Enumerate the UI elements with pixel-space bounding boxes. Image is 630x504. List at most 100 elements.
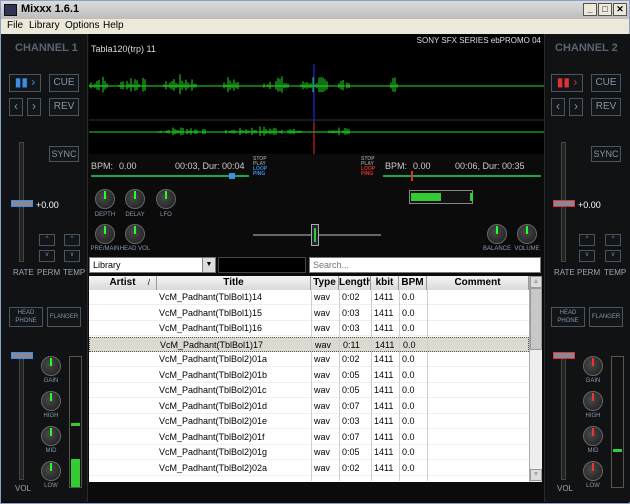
lfo-knob[interactable] [156, 189, 176, 209]
deck2-low-knob[interactable] [583, 461, 603, 481]
deck2-headphone-button[interactable]: HEAD PHONE [551, 307, 585, 327]
deck2-play-button[interactable]: ▮▮ › [551, 74, 583, 92]
table-row[interactable]: VcM_Padhant(TblBol1)14 wav 0:02 1411 0.0 [89, 290, 529, 305]
deck1-rev-button[interactable]: REV [49, 98, 79, 116]
deck1-temp-up[interactable]: ^ [64, 234, 80, 246]
search-input[interactable] [309, 257, 541, 273]
deck1-cue-button[interactable]: CUE [49, 74, 79, 92]
deck2-loop-controls[interactable]: STOP PLAY LOOP PING [361, 157, 375, 177]
minimize-icon[interactable]: _ [583, 3, 597, 16]
library-dropdown[interactable]: Library ▼ [89, 257, 216, 273]
play-pause-icon: ▮▮ › [14, 75, 36, 89]
table-row[interactable]: VcM_Padhant(TblBol1)15 wav 0:03 1411 0.0 [89, 305, 529, 321]
table-scrollbar[interactable]: ▲ ▼ [529, 276, 542, 482]
deck2-temp-up[interactable]: ^ [605, 234, 621, 246]
library-dropdown-value: Library [93, 260, 121, 270]
table-row[interactable]: VcM_Padhant(TblBol2)01a wav 0:02 1411 0.0 [89, 352, 529, 367]
deck1-loop-controls[interactable]: STOP PLAY LOOP PING [253, 157, 267, 177]
menu-help[interactable]: Help [103, 20, 124, 31]
deck1-gain-label: GAIN [43, 378, 59, 384]
deck2-cue-button[interactable]: CUE [591, 74, 621, 92]
cell-title: VcM_Padhant(TblBol2)01f [159, 431, 265, 442]
cell-kbit: 1411 [374, 369, 394, 380]
crossfader-handle[interactable] [311, 224, 319, 246]
cell-bpm: 0.0 [402, 292, 415, 302]
close-icon[interactable]: ✕ [613, 3, 627, 16]
deck1-volume-slider[interactable] [11, 352, 33, 359]
deck2-high-knob[interactable] [583, 391, 603, 411]
menu-file[interactable]: File [7, 20, 23, 31]
table-row[interactable]: VcM_Padhant(TblBol2)01f wav 0:07 1411 0.0 [89, 429, 529, 445]
maximize-icon[interactable]: □ [598, 3, 612, 16]
deck2-fwd-button[interactable]: › [569, 98, 583, 116]
col-comment[interactable]: Comment [427, 276, 529, 290]
deck1-perm-down[interactable]: v [39, 250, 55, 262]
menu-options[interactable]: Options [65, 20, 99, 31]
table-row[interactable]: VcM_Padhant(TblBol1)16 wav 0:03 1411 0.0 [89, 321, 529, 336]
deck1-flanger-button[interactable]: FLANGER [47, 307, 81, 327]
balance-knob[interactable] [487, 224, 507, 244]
table-row[interactable]: VcM_Padhant(TblBol2)01c wav 0:05 1411 0.0 [89, 383, 529, 398]
table-row[interactable]: VcM_Padhant(TblBol2)01g wav 0:05 1411 0.0 [89, 445, 529, 460]
premain-knob[interactable] [95, 224, 115, 244]
deck2-flanger-button[interactable]: FLANGER [589, 307, 623, 327]
cell-bpm: 0.0 [402, 416, 415, 426]
deck1-low-knob[interactable] [41, 461, 61, 481]
col-type[interactable]: Type [311, 276, 339, 290]
table-row[interactable]: VcM_Padhant(TblBol2)01e wav 0:03 1411 0.0 [89, 414, 529, 429]
deck2-perm-down[interactable]: v [579, 250, 595, 262]
cell-type: wav [314, 323, 331, 333]
deck2-perm-up[interactable]: ^ [579, 234, 595, 246]
cell-kbit: 1411 [374, 416, 394, 426]
deck1-rate-slider[interactable] [11, 200, 33, 207]
deck2-rate-label: RATE [554, 268, 575, 277]
depth-knob[interactable] [95, 189, 115, 209]
deck1-mid-label: MID [45, 448, 57, 454]
deck2-sync-button[interactable]: SYNC [591, 146, 621, 162]
headvol-knob[interactable] [125, 224, 145, 244]
meter-peak [470, 193, 473, 201]
deck1-mid-knob[interactable] [41, 426, 61, 446]
deck2-pitch-value: +0.00 [578, 200, 601, 210]
deck1-play-button[interactable]: ▮▮ › [9, 74, 41, 92]
deck1-overview[interactable] [91, 175, 249, 177]
cell-type: wav [314, 292, 331, 302]
deck1-perm-up[interactable]: ^ [39, 234, 55, 246]
deck1-high-knob[interactable] [41, 391, 61, 411]
cell-type: wav [314, 385, 331, 395]
table-row[interactable]: VcM_Padhant(TblBol2)01d wav 0:07 1411 0.0 [89, 398, 529, 414]
col-length[interactable]: Length [339, 276, 371, 290]
cell-type: wav [315, 339, 332, 350]
deck1-temp-down[interactable]: v [64, 250, 80, 262]
table-row[interactable]: VcM_Padhant(TblBol1)17 wav 0:11 1411 0.0 [89, 336, 529, 352]
deck1-vu-meter [69, 356, 82, 488]
deck2-rev-button[interactable]: REV [591, 98, 621, 116]
waveforms-svg[interactable] [89, 34, 544, 154]
deck2-back-button[interactable]: ‹ [551, 98, 565, 116]
deck2-gain-knob[interactable] [583, 356, 603, 376]
deck2-rate-slider[interactable] [553, 200, 575, 207]
deck2-volume-slider[interactable] [553, 352, 575, 359]
deck1-gain-knob[interactable] [41, 356, 61, 376]
deck2-temp-down[interactable]: v [605, 250, 621, 262]
deck2-overview[interactable] [383, 175, 541, 177]
volume-label: VOLUME [514, 246, 540, 252]
scroll-up-icon[interactable]: ▲ [530, 276, 542, 288]
deck1-fwd-button[interactable]: › [27, 98, 41, 116]
chevron-down-icon[interactable]: ▼ [202, 258, 215, 272]
table-row[interactable]: VcM_Padhant(TblBol2)02a wav 0:02 1411 0.0 [89, 460, 529, 476]
col-title[interactable]: Title [157, 276, 311, 290]
volume-knob[interactable] [517, 224, 537, 244]
col-kbit[interactable]: kbit [371, 276, 399, 290]
scroll-down-icon[interactable]: ▼ [530, 469, 542, 481]
scroll-thumb[interactable] [530, 288, 542, 350]
delay-knob[interactable] [125, 189, 145, 209]
menu-library[interactable]: Library [29, 20, 60, 31]
deck1-sync-button[interactable]: SYNC [49, 146, 79, 162]
deck1-headphone-button[interactable]: HEAD PHONE [9, 307, 43, 327]
col-bpm[interactable]: BPM [399, 276, 427, 290]
col-artist[interactable]: Artist / [89, 276, 157, 290]
deck1-back-button[interactable]: ‹ [9, 98, 23, 116]
deck2-mid-knob[interactable] [583, 426, 603, 446]
table-row[interactable]: VcM_Padhant(TblBol2)01b wav 0:05 1411 0.0 [89, 367, 529, 383]
